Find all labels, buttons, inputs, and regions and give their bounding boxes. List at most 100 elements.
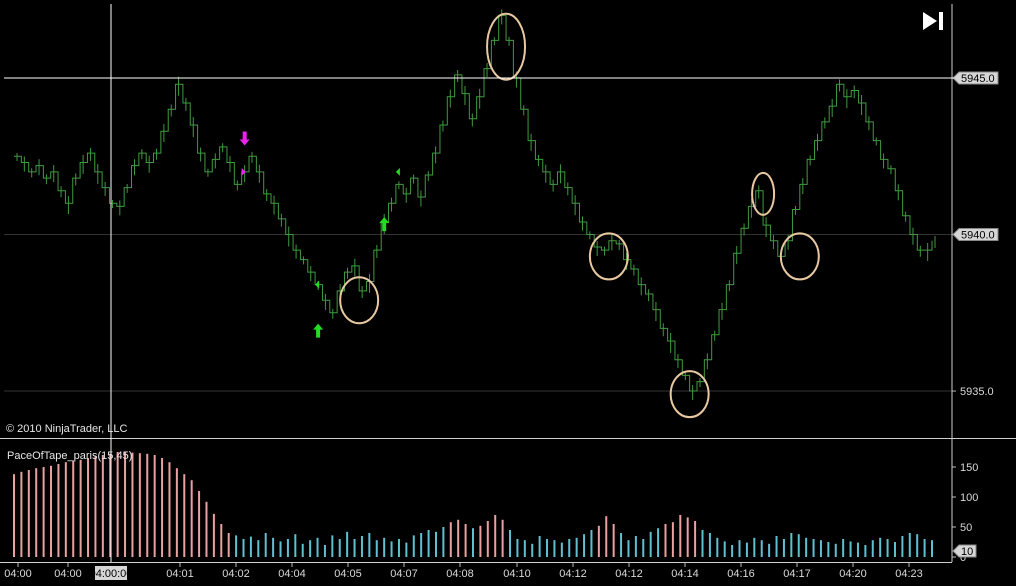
indicator-bar	[20, 471, 23, 557]
indicator-bar	[449, 522, 452, 557]
indicator-bar	[101, 455, 104, 557]
indicator-bar	[879, 537, 882, 557]
indicator-bar	[205, 501, 208, 557]
indicator-bar	[745, 542, 748, 557]
indicator-bar	[605, 516, 608, 557]
indicator-bar	[620, 533, 623, 557]
indicator-bar	[864, 545, 867, 557]
indicator-bar	[323, 545, 326, 557]
indicator-bar	[434, 531, 437, 557]
indicator-bar	[686, 517, 689, 557]
indicator-bar	[94, 456, 97, 557]
indicator-bar	[13, 474, 15, 557]
price-tag-label: 5945.0	[961, 73, 995, 85]
indicator-bar	[893, 542, 896, 557]
play-end-button[interactable]	[921, 10, 947, 32]
time-tick-label: 04:02	[222, 568, 250, 580]
price-line	[14, 14, 933, 392]
indicator-bar	[420, 533, 423, 557]
time-axis: 04:00 04:00 04:01 04:02 04:04 04:05 04:07 04:08…	[4, 563, 923, 580]
indicator-bar	[575, 537, 578, 557]
indicator-bar	[64, 462, 67, 557]
indicator-bar	[516, 539, 519, 557]
indicator-bar	[146, 453, 149, 557]
price-series	[14, 9, 936, 401]
panel-frame	[0, 4, 1016, 563]
indicator-bar	[731, 545, 734, 557]
indicator-bar	[494, 515, 497, 557]
indicator-bar	[397, 539, 400, 557]
time-tick-label: 04:04	[278, 568, 306, 580]
trade-annotations	[239, 12, 820, 419]
indicator-bar	[694, 521, 697, 557]
indicator-bar	[753, 537, 756, 557]
indicator-bar	[634, 536, 637, 557]
indicator-bar	[124, 452, 127, 557]
indicator-bar	[827, 542, 830, 557]
indicator-bar	[701, 530, 704, 557]
indicator-bar	[501, 519, 504, 557]
time-tick-label: 04:16	[727, 568, 755, 580]
indicator-bar	[679, 515, 682, 557]
indicator-bar	[908, 533, 911, 557]
indicator-bar	[442, 527, 445, 557]
indicator-bar	[383, 537, 386, 557]
indicator-bar	[35, 468, 38, 557]
indicator-bar	[286, 539, 289, 557]
indicator-bar	[671, 522, 674, 557]
indicator-bar	[760, 540, 763, 557]
indicator-bar	[472, 528, 474, 557]
indicator-bar	[272, 537, 275, 557]
annotation-circle	[779, 232, 820, 281]
indicator-title: PaceOfTape_paris(15,45)	[7, 450, 133, 462]
indicator-bar	[768, 543, 771, 557]
sell-arrow-icon	[239, 131, 250, 146]
indicator-bar	[649, 531, 652, 557]
indicator-bar	[412, 535, 415, 557]
indicator-bar	[235, 535, 238, 557]
time-tick-label: 04:12	[615, 568, 643, 580]
time-tick-label: 04:14	[671, 568, 699, 580]
indicator-bar	[309, 540, 312, 557]
price-tick-label: 5935.0	[960, 386, 994, 398]
indicator-bar	[842, 539, 845, 557]
indicator-bar	[782, 539, 785, 557]
time-tick-label: 04:00	[54, 568, 82, 580]
indicator-bar	[375, 540, 378, 557]
indicator-bar	[87, 458, 90, 557]
indicator-bar	[264, 533, 267, 557]
indicator-bar	[227, 533, 230, 557]
indicator-bar	[175, 468, 178, 557]
chart-canvas[interactable]: 5945.05940.05935.05945.05940.0 150100500…	[0, 0, 1016, 586]
indicator-bar	[931, 540, 933, 557]
indicator-bar	[849, 541, 852, 557]
indicator-bar	[886, 539, 889, 557]
indicator-bar	[242, 539, 245, 557]
indicator-bar	[353, 539, 356, 557]
indicator-bar	[138, 453, 141, 557]
indicator-bar	[590, 530, 593, 557]
indicator-bar	[738, 540, 741, 557]
indicator-bar	[871, 540, 874, 557]
indicator-bar	[79, 459, 82, 557]
indicator-price-tag: 10	[952, 544, 977, 558]
crosshair-time-tag: 04:00:00	[90, 566, 132, 580]
time-tick-label: 04:00	[4, 568, 32, 580]
time-tick-label: 04:10	[503, 568, 531, 580]
indicator-bar	[523, 540, 526, 557]
indicator-bar	[716, 537, 719, 557]
indicator-bar	[190, 480, 193, 557]
indicator-tick-label: 100	[960, 492, 978, 504]
buy-arrow-icon	[313, 323, 324, 338]
time-tick-label: 04:20	[839, 568, 867, 580]
indicator-bar	[390, 541, 393, 557]
indicator-bar	[834, 543, 837, 557]
indicator-bar	[257, 540, 260, 557]
indicator-bar	[812, 539, 815, 557]
indicator-bar	[612, 524, 615, 557]
indicator-price-tag-label: 10	[961, 546, 973, 558]
indicator-bar	[183, 474, 186, 557]
indicator-bar	[198, 491, 201, 557]
indicator-bar	[553, 540, 556, 557]
indicator-bar	[360, 536, 363, 557]
